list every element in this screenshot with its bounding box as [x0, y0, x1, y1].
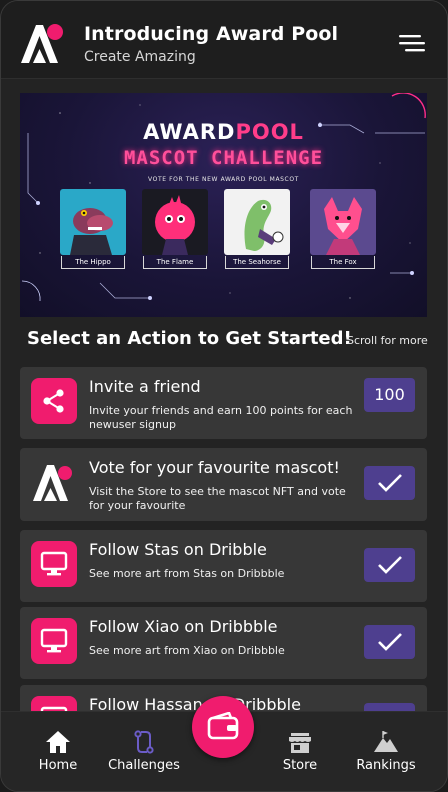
- hippo-mascot-image: [70, 208, 113, 255]
- nav-rankings-label: Rankings: [356, 758, 416, 773]
- points-badge[interactable]: 100: [364, 378, 415, 412]
- seahorse-mascot-image: [244, 199, 284, 251]
- store-icon: [289, 733, 311, 753]
- monitor-icon: [31, 541, 77, 587]
- mascot-label-flame: The Flame: [143, 256, 207, 269]
- mascot-card-fox[interactable]: [310, 189, 376, 255]
- action-vote-mascot[interactable]: Vote for your favourite mascot! Visit th…: [20, 448, 427, 521]
- action-title: Follow Xiao on Dribbble: [89, 617, 278, 636]
- nav-rankings[interactable]: Rankings: [346, 730, 426, 773]
- action-description: Invite your friends and earn 100 points …: [89, 404, 353, 431]
- nav-store-label: Store: [282, 758, 318, 773]
- action-follow-stas[interactable]: Follow Stas on Dribble See more art from…: [20, 530, 427, 602]
- award-pool-logo-icon: [31, 459, 77, 505]
- mountain-icon: [374, 731, 398, 752]
- scroll-hint: Scroll for more: [347, 334, 428, 347]
- completed-check-button[interactable]: [364, 625, 415, 659]
- nav-challenges[interactable]: Challenges: [104, 730, 184, 773]
- route-icon: [134, 730, 154, 754]
- header-title: Introducing Award Pool: [84, 23, 339, 45]
- banner-title: MASCOT CHALLENGE: [123, 147, 324, 169]
- fox-mascot-image: [324, 197, 362, 255]
- app-header: Introducing Award Pool Create Amazing: [1, 1, 447, 79]
- action-title: Follow Stas on Dribble: [89, 540, 267, 559]
- action-invite-friend[interactable]: Invite a friend Invite your friends and …: [20, 367, 427, 439]
- check-icon: [378, 474, 402, 492]
- banner-vote-text: VOTE FOR THE NEW AWARD POOL MASCOT: [148, 176, 299, 183]
- mascot-label-hippo: The Hippo: [61, 256, 125, 269]
- action-description: See more art from Xiao on Dribbble: [89, 644, 285, 657]
- action-title: Vote for your favourite mascot!: [89, 458, 340, 477]
- header-subtitle: Create Amazing: [84, 49, 196, 65]
- wallet-icon: [207, 712, 239, 740]
- nav-challenges-label: Challenges: [108, 758, 180, 773]
- mascot-card-flame[interactable]: [142, 189, 208, 255]
- action-description: See more art from Stas on Dribbble: [89, 567, 285, 580]
- action-title: Invite a friend: [89, 377, 201, 396]
- share-icon: [31, 378, 77, 424]
- home-icon: [46, 731, 70, 753]
- mascot-label-fox: The Fox: [311, 256, 375, 269]
- nav-store[interactable]: Store: [260, 730, 340, 773]
- check-icon: [378, 556, 402, 574]
- action-description: Visit the Store to see the mascot NFT an…: [89, 485, 346, 512]
- mascot-label-seahorse: The Seahorse: [225, 256, 289, 269]
- check-icon: [378, 633, 402, 651]
- mascot-card-hippo[interactable]: [60, 189, 126, 255]
- section-title: Select an Action to Get Started!: [27, 328, 352, 349]
- mascot-card-seahorse[interactable]: [224, 189, 290, 255]
- banner-brand: AWARDPOOL: [143, 120, 304, 144]
- nav-home-label: Home: [38, 758, 78, 773]
- completed-check-button[interactable]: [364, 548, 415, 582]
- monitor-icon: [31, 618, 77, 664]
- nav-home[interactable]: Home: [18, 730, 98, 773]
- award-pool-logo-icon[interactable]: [19, 21, 67, 65]
- hamburger-menu-icon[interactable]: [397, 33, 427, 53]
- app-screen: Introducing Award Pool Create Amazing AW…: [0, 0, 448, 792]
- mascot-challenge-banner[interactable]: AWARDPOOL MASCOT CHALLENGE VOTE FOR THE …: [20, 93, 427, 317]
- wallet-fab-button[interactable]: [192, 696, 254, 758]
- action-follow-xiao[interactable]: Follow Xiao on Dribbble See more art fro…: [20, 607, 427, 679]
- flame-mascot-image: [155, 195, 195, 255]
- completed-check-button[interactable]: [364, 466, 415, 500]
